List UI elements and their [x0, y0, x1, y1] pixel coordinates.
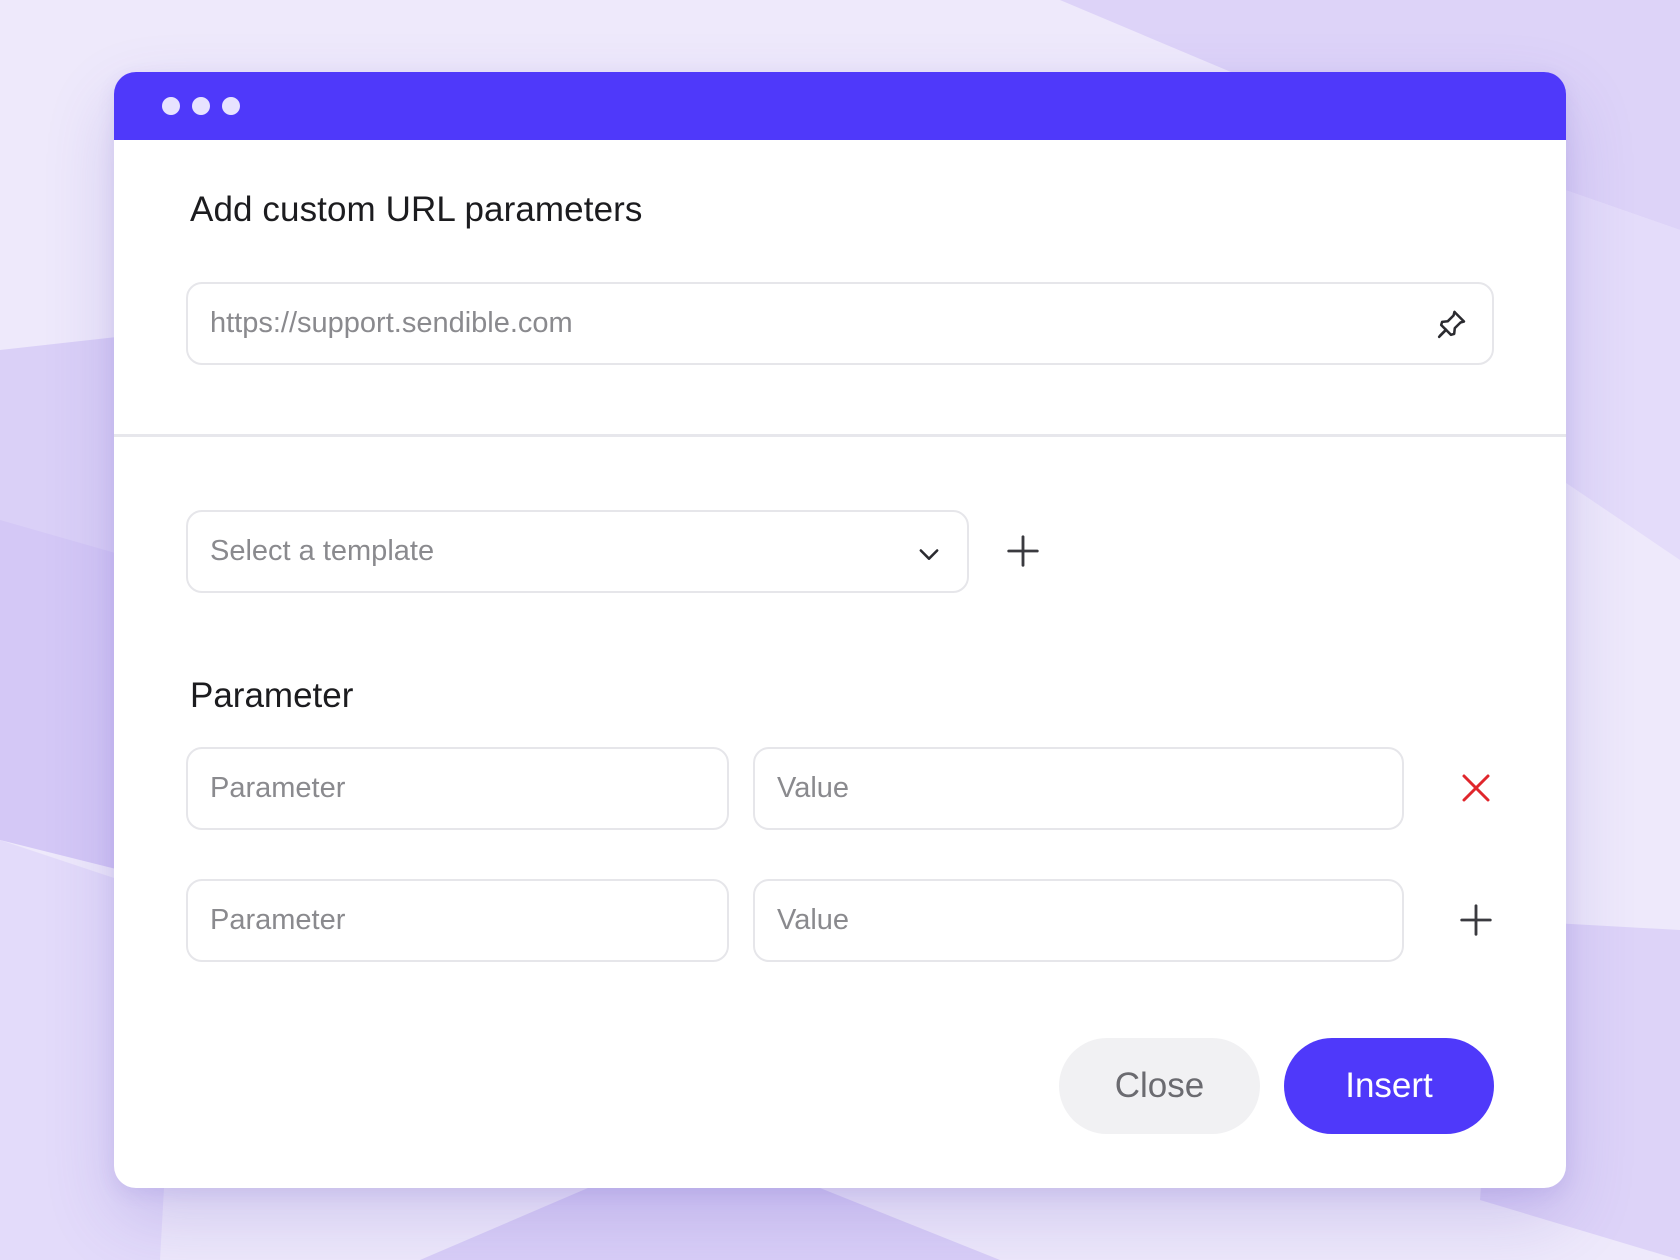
dialog-title: Add custom URL parameters — [190, 190, 643, 229]
chevron-down-icon — [915, 540, 943, 568]
parameter-field — [186, 879, 729, 962]
dialog-window: Add custom URL parameters Select a templ… — [114, 72, 1566, 1188]
insert-button[interactable]: Insert — [1284, 1038, 1494, 1134]
add-row-plus-icon[interactable] — [1454, 898, 1498, 942]
parameter-field — [186, 747, 729, 830]
value-input[interactable] — [777, 749, 1332, 828]
close-button[interactable]: Close — [1059, 1038, 1260, 1134]
add-template-plus-icon[interactable] — [1001, 529, 1045, 573]
template-select[interactable]: Select a template — [186, 510, 969, 593]
parameter-input[interactable] — [210, 881, 657, 960]
template-select-placeholder: Select a template — [210, 535, 435, 567]
window-dot-icon — [162, 97, 180, 115]
section-divider — [114, 434, 1566, 437]
remove-row-close-icon[interactable] — [1454, 766, 1498, 810]
value-field — [753, 747, 1404, 830]
parameters-label: Parameter — [190, 676, 354, 715]
window-dot-icon — [222, 97, 240, 115]
pin-icon[interactable] — [1432, 306, 1470, 344]
window-titlebar — [114, 72, 1566, 140]
url-field-container — [186, 282, 1494, 365]
value-field — [753, 879, 1404, 962]
window-dot-icon — [192, 97, 210, 115]
value-input[interactable] — [777, 881, 1332, 960]
url-input[interactable] — [210, 284, 1422, 363]
parameter-input[interactable] — [210, 749, 657, 828]
